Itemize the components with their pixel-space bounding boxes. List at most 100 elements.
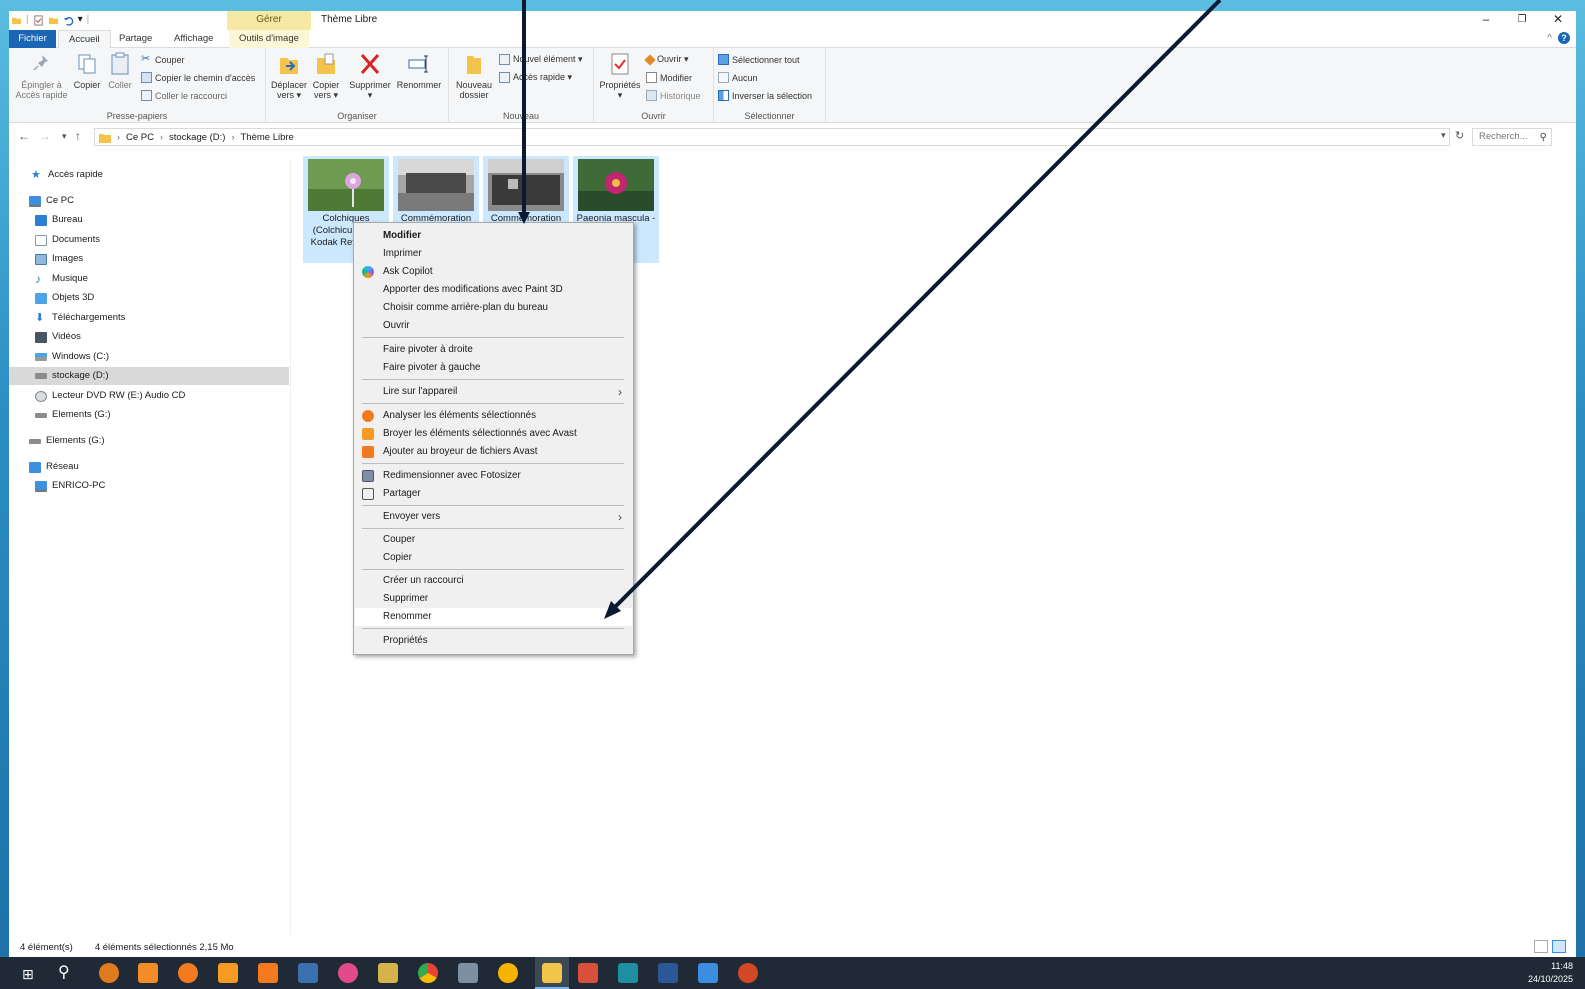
properties-icon[interactable] <box>33 14 44 26</box>
maximize-button[interactable]: ❐ <box>1504 11 1540 30</box>
nav-item-enrico-pc[interactable]: ENRICO-PC <box>35 477 105 495</box>
menu-item-avast-scan[interactable]: Analyser les éléments sélectionnés <box>355 407 632 425</box>
file-explorer-icon[interactable] <box>542 963 562 983</box>
windows-start-icon[interactable]: ⊞ <box>22 966 34 983</box>
qat-dropdown-icon[interactable]: ▾ <box>78 14 83 26</box>
help-icon[interactable]: ? <box>1558 32 1570 44</box>
app-icon-2[interactable] <box>138 963 158 983</box>
tab-file[interactable]: Fichier <box>9 30 56 48</box>
collapse-ribbon-icon[interactable]: ^ <box>1547 33 1552 44</box>
menu-item-cut[interactable]: Couper <box>355 531 632 549</box>
app-icon-8[interactable] <box>378 963 398 983</box>
menu-item-share[interactable]: Partager <box>355 485 632 503</box>
menu-item-copy[interactable]: Copier <box>355 549 632 567</box>
menu-item-ask-copilot[interactable]: Ask Copilot <box>355 263 632 281</box>
folder-icon[interactable] <box>11 15 22 26</box>
copy-button[interactable]: Copier <box>71 52 103 90</box>
app-icon-7[interactable] <box>338 963 358 983</box>
nav-item-drive-d[interactable]: stockage (D:) <box>9 367 289 385</box>
tab-view[interactable]: Affichage <box>164 30 223 48</box>
nav-item-drive-e[interactable]: Lecteur DVD RW (E:) Audio CD <box>35 387 185 405</box>
menu-item-cast-to-device[interactable]: Lire sur l'appareil › <box>355 383 632 401</box>
history-button[interactable]: Historique <box>646 90 701 101</box>
nav-item-elements-g[interactable]: Elements (G:) <box>29 432 105 450</box>
powerpoint-icon[interactable] <box>738 963 758 983</box>
nav-item-documents[interactable]: Documents <box>35 231 100 249</box>
select-none-button[interactable]: Aucun <box>718 72 758 83</box>
menu-item-avast-shred[interactable]: Broyer les éléments sélectionnés avec Av… <box>355 425 632 443</box>
select-all-button[interactable]: Sélectionner tout <box>718 54 800 65</box>
nav-item-drive-c[interactable]: Windows (C:) <box>35 348 109 366</box>
breadcrumb-this-pc[interactable]: Ce PC <box>126 132 154 143</box>
details-view-icon[interactable] <box>1534 940 1548 953</box>
menu-item-set-wallpaper[interactable]: Choisir comme arrière-plan du bureau <box>355 299 632 317</box>
invert-selection-button[interactable]: Inverser la sélection <box>718 90 812 101</box>
search-icon[interactable]: ⚲ <box>58 962 70 982</box>
system-clock[interactable]: 11:48 24/10/2025 <box>1528 960 1573 986</box>
nav-item-this-pc[interactable]: Ce PC <box>29 192 74 210</box>
address-dropdown-icon[interactable]: ▾ <box>1441 130 1446 141</box>
search-input[interactable]: Recherch... ⚲ <box>1472 128 1552 146</box>
nav-item-network[interactable]: Réseau <box>29 458 79 476</box>
app-icon-6[interactable] <box>298 963 318 983</box>
nav-item-music[interactable]: ♪ Musique <box>35 270 88 288</box>
menu-item-rename[interactable]: Renommer <box>355 608 632 626</box>
menu-item-edit[interactable]: Modifier <box>355 227 632 245</box>
rename-button[interactable]: Renommer <box>395 52 443 90</box>
paste-shortcut-button[interactable]: Coller le raccourci <box>141 90 227 101</box>
cut-button[interactable]: ✂ Couper <box>141 54 185 65</box>
move-to-button[interactable]: Déplacer vers ▾ <box>270 52 308 100</box>
menu-item-create-shortcut[interactable]: Créer un raccourci <box>355 572 632 590</box>
tab-home[interactable]: Accueil <box>58 30 111 48</box>
app-icon-4[interactable] <box>218 963 238 983</box>
address-bar[interactable]: › Ce PC › stockage (D:) › Thème Libre <box>94 128 1450 146</box>
minimize-button[interactable]: – <box>1468 11 1504 30</box>
manage-contextual-tab[interactable]: Gérer <box>227 11 311 30</box>
menu-item-paint3d[interactable]: Apporter des modifications avec Paint 3D <box>355 281 632 299</box>
nav-item-pictures[interactable]: Images <box>35 250 83 268</box>
chrome-icon[interactable] <box>418 963 438 983</box>
nav-item-desktop[interactable]: Bureau <box>35 211 83 229</box>
nav-item-downloads[interactable]: ⬇ Téléchargements <box>35 309 125 327</box>
undo-icon[interactable] <box>63 15 74 26</box>
properties-dropdown-icon[interactable]: ▾ <box>618 90 623 100</box>
menu-item-fotosizer[interactable]: Redimensionner avec Fotosizer <box>355 467 632 485</box>
copy-path-button[interactable]: Copier le chemin d'accès <box>141 72 255 83</box>
app-icon-16[interactable] <box>698 963 718 983</box>
nav-item-quick-access[interactable]: ★ Accès rapide <box>31 166 103 184</box>
open-button[interactable]: Ouvrir ▾ <box>644 53 689 66</box>
pin-quick-access-button[interactable]: Épingler à Accès rapide <box>14 52 69 100</box>
app-icon-11[interactable] <box>498 963 518 983</box>
recent-locations-icon[interactable]: ▾ <box>62 131 67 142</box>
paste-button[interactable]: Coller <box>104 52 136 90</box>
menu-item-rotate-right[interactable]: Faire pivoter à droite <box>355 341 632 359</box>
menu-item-print[interactable]: Imprimer <box>355 245 632 263</box>
new-folder-icon[interactable] <box>48 15 59 26</box>
breadcrumb-drive-d[interactable]: stockage (D:) <box>169 132 226 143</box>
word-icon[interactable] <box>658 963 678 983</box>
breadcrumb-current-folder[interactable]: Thème Libre <box>240 132 293 143</box>
avast-taskbar-icon[interactable] <box>178 963 198 983</box>
app-icon-1[interactable] <box>99 963 119 983</box>
tab-image-tools[interactable]: Outils d'image <box>229 30 309 48</box>
up-arrow-icon[interactable]: ↑ <box>75 129 81 143</box>
edit-button[interactable]: Modifier <box>646 72 692 83</box>
menu-item-rotate-left[interactable]: Faire pivoter à gauche <box>355 359 632 377</box>
copy-to-button[interactable]: Copier vers ▾ <box>309 52 343 100</box>
menu-item-open[interactable]: Ouvrir <box>355 317 632 335</box>
delete-button[interactable]: Supprimer ▾ <box>347 52 393 100</box>
tab-share[interactable]: Partage <box>109 30 162 48</box>
photos-icon[interactable] <box>618 963 638 983</box>
delete-dropdown-icon[interactable]: ▾ <box>368 90 373 100</box>
easy-access-button[interactable]: Accès rapide ▾ <box>499 72 572 83</box>
close-button[interactable]: ✕ <box>1540 11 1576 30</box>
new-item-button[interactable]: Nouvel élément ▾ <box>499 54 583 65</box>
properties-button[interactable]: Propriétés ▾ <box>598 52 642 100</box>
app-icon-5[interactable] <box>258 963 278 983</box>
app-icon-13[interactable] <box>578 963 598 983</box>
forward-arrow-icon[interactable]: → <box>39 129 51 143</box>
menu-item-avast-add-shredder[interactable]: Ajouter au broyeur de fichiers Avast <box>355 443 632 461</box>
menu-item-delete[interactable]: Supprimer <box>355 590 632 608</box>
menu-item-properties[interactable]: Propriétés <box>355 632 632 650</box>
nav-item-videos[interactable]: Vidéos <box>35 328 81 346</box>
